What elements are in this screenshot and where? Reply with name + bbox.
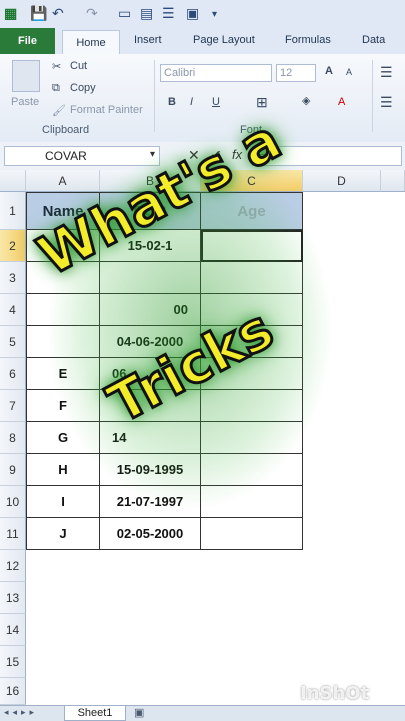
ribbon-home: Paste ✂ Cut ⧉ Copy 🖌 Format Painter Clip… bbox=[0, 54, 405, 143]
font-color-button[interactable]: A bbox=[338, 96, 345, 108]
row-header[interactable]: 4 bbox=[0, 294, 26, 326]
scissors-icon: ✂ bbox=[52, 61, 62, 73]
name-box-dropdown-icon[interactable]: ▾ bbox=[150, 149, 155, 160]
row-header[interactable]: 2 bbox=[0, 230, 26, 262]
ribbon-tabs: Insert Page Layout Formulas Data bbox=[0, 28, 405, 54]
row-header[interactable]: 11 bbox=[0, 518, 26, 550]
cell-dob[interactable]: 21-07-1997 bbox=[100, 486, 201, 518]
new-sheet-icon[interactable]: ▣ bbox=[134, 706, 144, 719]
cell-name[interactable]: E bbox=[26, 358, 100, 390]
cell-name[interactable] bbox=[26, 326, 100, 358]
cell-age-selected[interactable] bbox=[201, 230, 303, 262]
row-header[interactable]: 6 bbox=[0, 358, 26, 390]
copy-icon: ⧉ bbox=[52, 82, 60, 94]
sheet-nav-arrows-icon[interactable]: ◂◂▸▸ bbox=[4, 707, 38, 718]
row-header[interactable]: 12 bbox=[0, 550, 26, 582]
copy-button[interactable]: Copy bbox=[70, 82, 96, 94]
cell-name[interactable]: F bbox=[26, 390, 100, 422]
cell-dob[interactable]: 00 bbox=[100, 294, 201, 326]
cell-dob[interactable]: 02-05-2000 bbox=[100, 518, 201, 550]
clipboard-icon[interactable]: ▣ bbox=[186, 5, 199, 22]
fill-color-icon[interactable]: ◈ bbox=[302, 94, 310, 107]
paste-icon[interactable] bbox=[12, 60, 40, 92]
cell-dob[interactable]: 14 bbox=[100, 422, 201, 454]
cut-button[interactable]: Cut bbox=[70, 60, 87, 72]
undo-icon[interactable]: ↶ bbox=[52, 5, 64, 22]
align-top-icon[interactable]: ☰ bbox=[380, 64, 393, 81]
cell-age[interactable] bbox=[201, 422, 303, 454]
cell-age[interactable] bbox=[201, 390, 303, 422]
bold-button[interactable]: B bbox=[168, 96, 176, 108]
cell-age[interactable] bbox=[201, 486, 303, 518]
print-preview-icon[interactable]: ▤ bbox=[140, 5, 153, 22]
cell-age[interactable] bbox=[201, 454, 303, 486]
sheet-tab-bar: ◂◂▸▸ Sheet1 ▣ bbox=[0, 705, 405, 721]
underline-button[interactable]: U bbox=[212, 96, 220, 108]
tab-home[interactable]: Home bbox=[62, 30, 120, 55]
clipboard-group-label: Clipboard bbox=[42, 124, 90, 136]
cell-name[interactable]: J bbox=[26, 518, 100, 550]
name-box[interactable]: COVAR bbox=[4, 146, 160, 166]
sheet-tab-sheet1[interactable]: Sheet1 bbox=[64, 706, 126, 721]
column-header-e[interactable] bbox=[381, 170, 405, 192]
cell-age[interactable] bbox=[201, 262, 303, 294]
customize-dropdown-icon[interactable]: ▾ bbox=[212, 9, 217, 20]
row-header[interactable]: 10 bbox=[0, 486, 26, 518]
redo-icon[interactable]: ↷ bbox=[86, 5, 98, 22]
cell-name[interactable] bbox=[26, 294, 100, 326]
tab-insert[interactable]: Insert bbox=[134, 34, 162, 46]
quick-access-toolbar: ▦ 💾 ↶ ↷ ▭ ▤ ☰ ▣ ▾ bbox=[0, 0, 405, 29]
grow-font-button[interactable]: A bbox=[325, 65, 333, 77]
tab-formulas[interactable]: Formulas bbox=[285, 34, 331, 46]
tab-data[interactable]: Data bbox=[362, 34, 385, 46]
row-header[interactable]: 13 bbox=[0, 582, 26, 614]
cell-dob[interactable]: 15-09-1995 bbox=[100, 454, 201, 486]
cell-name[interactable]: H bbox=[26, 454, 100, 486]
row-header[interactable]: 7 bbox=[0, 390, 26, 422]
cell-dob[interactable] bbox=[100, 262, 201, 294]
align-icon[interactable]: ☰ bbox=[162, 5, 175, 22]
row-header[interactable]: 3 bbox=[0, 262, 26, 294]
row-header[interactable]: 9 bbox=[0, 454, 26, 486]
row-header[interactable]: 14 bbox=[0, 614, 26, 646]
italic-button[interactable]: I bbox=[190, 96, 193, 108]
shrink-font-button[interactable]: A bbox=[346, 67, 352, 77]
format-painter-icon: 🖌 bbox=[52, 105, 66, 117]
open-folder-icon[interactable]: ▭ bbox=[118, 5, 131, 22]
row-header[interactable]: 1 bbox=[0, 192, 26, 230]
ribbon-separator bbox=[154, 60, 155, 132]
format-painter-button[interactable]: Format Painter bbox=[70, 104, 143, 116]
row-header[interactable]: 16 bbox=[0, 678, 26, 705]
ribbon-separator bbox=[372, 60, 373, 132]
column-header-a[interactable]: A bbox=[26, 170, 100, 192]
cell-name[interactable]: G bbox=[26, 422, 100, 454]
column-header-d[interactable]: D bbox=[303, 170, 381, 192]
select-all-corner[interactable] bbox=[0, 170, 26, 192]
row-header[interactable]: 15 bbox=[0, 646, 26, 678]
align-left-icon[interactable]: ☰ bbox=[380, 94, 393, 111]
cell-name[interactable]: I bbox=[26, 486, 100, 518]
row-header[interactable]: 5 bbox=[0, 326, 26, 358]
save-icon[interactable]: 💾 bbox=[30, 5, 47, 22]
tab-page-layout[interactable]: Page Layout bbox=[193, 34, 255, 46]
font-size-box[interactable]: 12 bbox=[276, 64, 316, 82]
row-header[interactable]: 8 bbox=[0, 422, 26, 454]
excel-logo-icon: ▦ bbox=[4, 5, 18, 21]
font-name-box[interactable]: Calibri bbox=[160, 64, 272, 82]
tab-file[interactable]: File bbox=[0, 28, 55, 54]
cell-age[interactable] bbox=[201, 518, 303, 550]
paste-button[interactable]: Paste bbox=[11, 96, 39, 108]
inshot-watermark: InShOt bbox=[300, 683, 370, 704]
